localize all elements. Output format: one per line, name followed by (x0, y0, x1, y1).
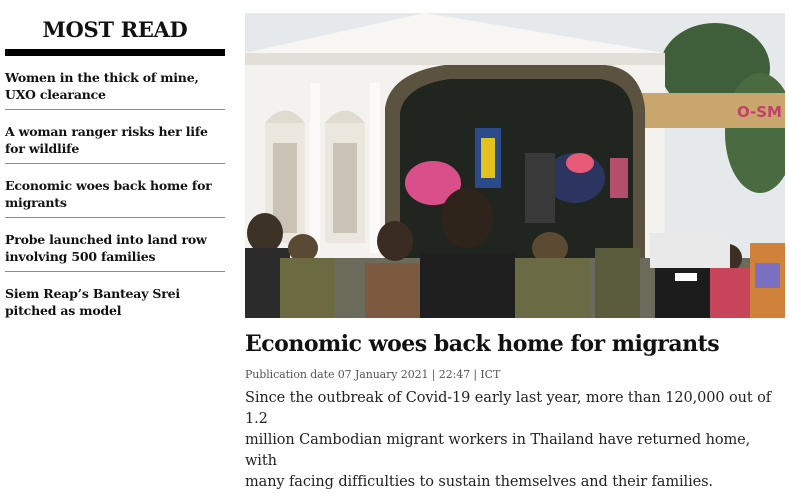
most-read-item[interactable]: Probe launched into land row involving 5… (5, 218, 225, 272)
article-headline[interactable]: Economic woes back home for migrants (245, 329, 785, 359)
article-hero-image[interactable]: O-SM (245, 13, 785, 318)
summary-line: Since the outbreak of Covid-19 early las… (245, 390, 771, 427)
most-read-item[interactable]: Women in the thick of mine, UXO clearanc… (5, 56, 225, 110)
featured-article: O-SM Economic woes back home for migrant… (245, 13, 785, 493)
publication-meta: Publication date 07 January 2021 | 22:47… (245, 368, 501, 381)
most-read-item-line[interactable]: pitched as model (5, 302, 225, 319)
migrants-truck-photo: O-SM (245, 13, 785, 318)
most-read-item-line[interactable]: Women in the thick of mine, (5, 69, 225, 86)
most-read-item-line[interactable]: UXO clearance (5, 86, 225, 103)
most-read-item-line[interactable]: A woman ranger risks her life (5, 123, 225, 140)
heading-divider (5, 49, 225, 56)
most-read-item[interactable]: Siem Reap’s Banteay Srei pitched as mode… (5, 272, 225, 326)
most-read-item-line[interactable]: Probe launched into land row (5, 231, 225, 248)
most-read-item-line[interactable]: involving 500 families (5, 248, 225, 265)
most-read-item-line[interactable]: for wildlife (5, 140, 225, 157)
most-read-item[interactable]: A woman ranger risks her life for wildli… (5, 110, 225, 164)
most-read-list: Women in the thick of mine, UXO clearanc… (5, 56, 225, 326)
summary-line: million Cambodian migrant workers in Tha… (245, 432, 751, 469)
most-read-item[interactable]: Economic woes back home for migrants (5, 164, 225, 218)
building-sign-text: O-SM (737, 103, 782, 121)
most-read-item-line[interactable]: Siem Reap’s Banteay Srei (5, 285, 225, 302)
most-read-item-line[interactable]: Economic woes back home for (5, 177, 225, 194)
most-read-item-line[interactable]: migrants (5, 194, 225, 211)
most-read-sidebar: MOST READ Women in the thick of mine, UX… (5, 16, 225, 326)
most-read-heading: MOST READ (42, 17, 188, 42)
article-summary: Since the outbreak of Covid-19 early las… (245, 388, 785, 493)
